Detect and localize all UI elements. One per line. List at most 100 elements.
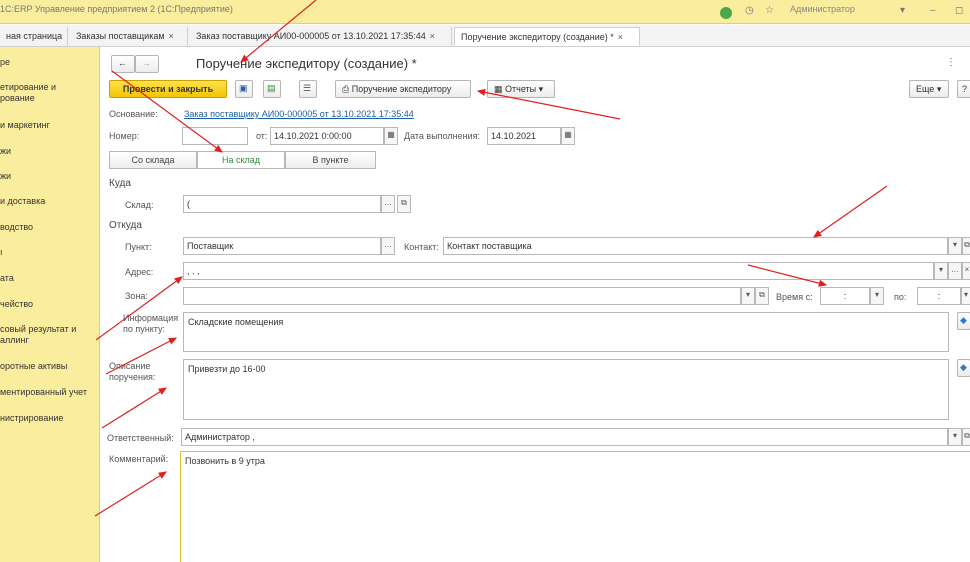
chevron-down-icon[interactable]: ▾ (870, 287, 884, 305)
post-icon[interactable]: ▤ (263, 80, 281, 98)
sidebar-item[interactable]: етирование и рование (0, 82, 98, 104)
back-button[interactable]: ← (111, 55, 135, 73)
chevron-down-icon[interactable]: ▾ (948, 428, 962, 446)
more-menu-icon[interactable]: ⋮ (946, 57, 956, 68)
chevron-down-icon[interactable]: ▾ (934, 262, 948, 280)
exec-date-label: Дата выполнения: (404, 131, 480, 141)
description-textarea[interactable]: Привезти до 16-00 (183, 359, 949, 420)
responsible-input[interactable]: Администратор , (181, 428, 948, 446)
sidebar-item[interactable]: и доставка (0, 196, 98, 207)
sidebar-item[interactable]: водство (0, 222, 98, 233)
time-from-input[interactable]: : (820, 287, 870, 305)
tab-home[interactable]: ная страница (0, 27, 68, 46)
number-label: Номер: (109, 131, 140, 141)
chevron-down-icon: ▾ (936, 84, 942, 94)
open-icon[interactable]: ⧉ (397, 195, 411, 213)
sidebar-item[interactable]: ре (0, 57, 98, 68)
chevron-down-icon[interactable]: ▾ (741, 287, 755, 305)
chevron-down-icon[interactable]: ▾ (948, 237, 962, 255)
point-input[interactable]: Поставщик (183, 237, 381, 255)
sections-sidebar: ре етирование и рование и маркетинг жи ж… (0, 47, 100, 562)
open-icon[interactable]: ⧉ (755, 287, 769, 305)
sidebar-item[interactable]: чейство (0, 299, 98, 310)
address-label: Адрес: (125, 267, 154, 277)
favorites-icon[interactable]: ☆ (765, 5, 774, 16)
save-icon[interactable]: ▣ (235, 80, 253, 98)
sidebar-item[interactable]: ата (0, 273, 98, 284)
sidebar-item[interactable]: ментированный учет (0, 387, 98, 398)
sidebar-item[interactable]: жи (0, 146, 98, 157)
from-section-title: Откуда (109, 220, 142, 231)
contact-input[interactable]: Контакт поставщика (443, 237, 948, 255)
chevron-down-icon[interactable]: ▾ (961, 287, 970, 305)
chevron-down-icon[interactable]: ▾ (900, 5, 905, 16)
restore-icon[interactable]: ◻ (955, 5, 963, 16)
segment-to-warehouse[interactable]: На склад (197, 151, 285, 169)
zone-label: Зона: (125, 291, 148, 301)
segment-at-point[interactable]: В пункте (285, 151, 376, 169)
printer-icon: ⎙ (342, 84, 350, 94)
calendar-icon[interactable]: ▦ (561, 127, 575, 145)
close-icon[interactable]: × (618, 32, 623, 42)
tab-forwarder-order[interactable]: Поручение экспедитору (создание) * × (454, 27, 640, 46)
time-to-input[interactable]: : (917, 287, 961, 305)
report-icon: ▦ (494, 84, 503, 94)
exec-date-input[interactable]: 14.10.2021 (487, 127, 561, 145)
point-info-label: Информация по пункту: (123, 313, 179, 334)
tab-supplier-order[interactable]: Заказ поставщику АИ00-000005 от 13.10.20… (190, 27, 452, 46)
zone-input[interactable] (183, 287, 741, 305)
comment-textarea[interactable]: Позвонить в 9 утра (180, 451, 970, 562)
close-icon[interactable]: × (430, 31, 435, 41)
app-header: 1С:ERP Управление предприятием 2 (1С:Пре… (0, 0, 970, 24)
edit-icon[interactable]: ◆ (957, 359, 970, 377)
description-label: Описание поручения: (109, 361, 156, 382)
print-forwarder-order-button[interactable]: ⎙ Поручение экспедитору (335, 80, 471, 98)
date-from-label: от: (256, 131, 268, 141)
address-input[interactable]: , . , (183, 262, 934, 280)
time-to-label: по: (894, 292, 907, 302)
point-label: Пункт: (125, 242, 152, 252)
form-title: Поручение экспедитору (создание) * (196, 56, 417, 71)
minimize-icon[interactable]: – (930, 5, 936, 16)
document-icon[interactable]: ☰ (299, 80, 317, 98)
post-and-close-button[interactable]: Провести и закрыть (109, 80, 227, 98)
sidebar-item[interactable]: жи (0, 171, 98, 182)
sidebar-item[interactable]: и маркетинг (0, 120, 98, 131)
select-button[interactable]: … (948, 262, 962, 280)
basis-link[interactable]: Заказ поставщику АИ00-000005 от 13.10.20… (184, 109, 414, 119)
contact-label: Контакт: (404, 242, 439, 252)
sidebar-item[interactable]: нистрирование (0, 402, 98, 424)
status-icon[interactable] (720, 7, 732, 19)
segment-from-warehouse[interactable]: Со склада (109, 151, 197, 169)
form-area: ← → Поручение экспедитору (создание) * ⋮… (101, 47, 970, 562)
clear-icon[interactable]: × (962, 262, 970, 280)
history-icon[interactable]: ◷ (745, 5, 754, 16)
open-icon[interactable]: ⧉ (962, 237, 970, 255)
sidebar-item[interactable]: совый результат и аллинг (0, 324, 98, 346)
forward-button[interactable]: → (135, 55, 159, 73)
warehouse-input[interactable]: ( (183, 195, 381, 213)
reports-button[interactable]: ▦ Отчеты ▾ (487, 80, 555, 98)
number-input[interactable] (182, 127, 248, 145)
sidebar-item[interactable]: оротные активы (0, 361, 98, 372)
tab-supplier-orders[interactable]: Заказы поставщикам × (70, 27, 188, 46)
point-info-textarea[interactable]: Складские помещения (183, 312, 949, 352)
open-windows-tabs: ная страница Заказы поставщикам × Заказ п… (0, 25, 970, 47)
help-button[interactable]: ? (957, 80, 970, 98)
open-icon[interactable]: ⧉ (962, 428, 970, 446)
warehouse-label: Склад: (125, 200, 154, 210)
chevron-down-icon: ▾ (538, 84, 544, 94)
date-from-input[interactable]: 14.10.2021 0:00:00 (270, 127, 384, 145)
to-section-title: Куда (109, 178, 131, 189)
user-name[interactable]: Администратор (790, 4, 855, 14)
select-button[interactable]: … (381, 237, 395, 255)
comment-label: Комментарий: (109, 454, 169, 464)
more-button[interactable]: Еще ▾ (909, 80, 949, 98)
close-icon[interactable]: × (169, 31, 174, 41)
edit-icon[interactable]: ◆ (957, 312, 970, 330)
calendar-icon[interactable]: ▦ (384, 127, 398, 145)
app-title: 1С:ERP Управление предприятием 2 (1С:Пре… (0, 4, 233, 14)
select-button[interactable]: … (381, 195, 395, 213)
sidebar-item[interactable]: ı (0, 247, 98, 258)
responsible-label: Ответственный: (107, 433, 174, 443)
